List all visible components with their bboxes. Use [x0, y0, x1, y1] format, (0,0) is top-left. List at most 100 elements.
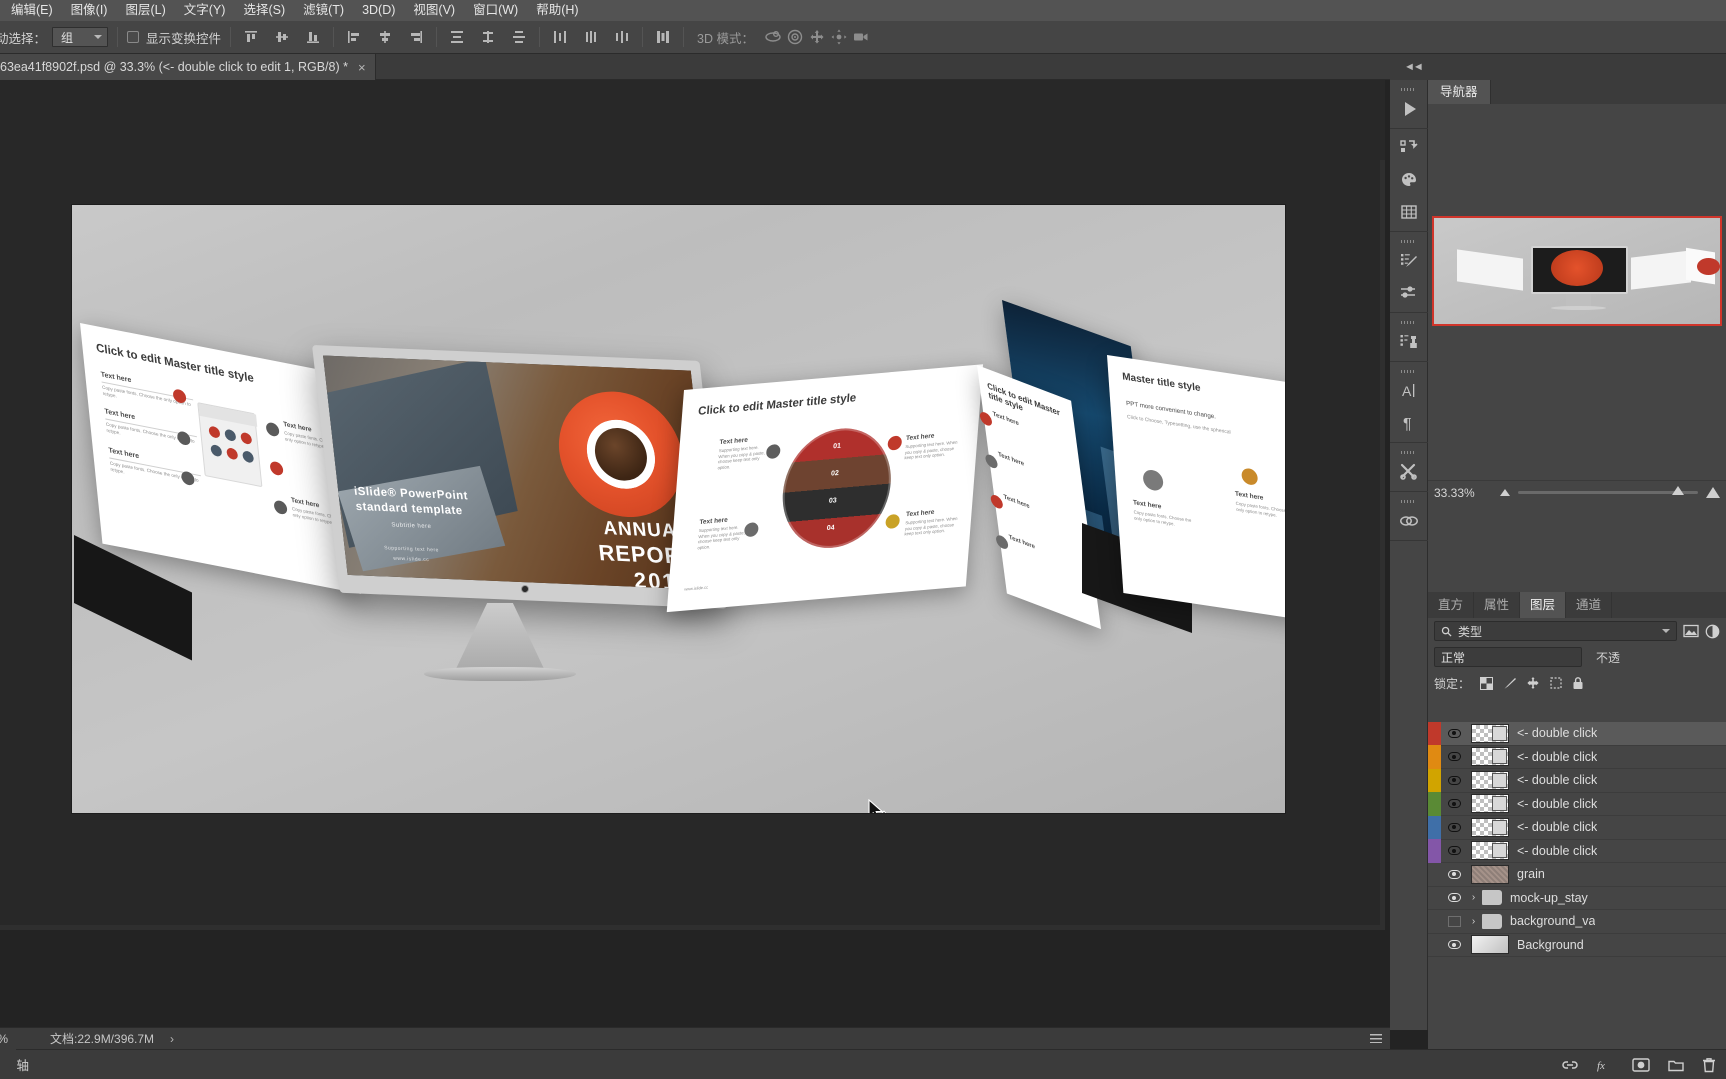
layer-name[interactable]: background_va — [1510, 914, 1595, 928]
show-transform-checkbox[interactable] — [127, 31, 140, 43]
tab-navigator[interactable]: 导航器 — [1428, 80, 1491, 104]
chevron-right-icon[interactable]: › — [1467, 916, 1480, 927]
table-row[interactable]: <- double click — [1428, 768, 1726, 793]
mask-icon[interactable] — [1632, 1057, 1650, 1072]
navigator-thumbnail[interactable] — [1432, 216, 1722, 326]
navigator-zoom-value[interactable]: 33.33% — [1434, 486, 1492, 500]
canvas-vertical-scrollbar[interactable] — [1380, 160, 1385, 930]
layer-visibility-toggle[interactable] — [1441, 792, 1467, 816]
layer-thumbnail[interactable] — [1471, 770, 1509, 790]
menu-layer[interactable]: 图层(L) — [116, 0, 174, 21]
layer-color-label[interactable] — [1428, 933, 1441, 957]
table-row[interactable]: › mock-up_stay — [1428, 886, 1726, 910]
new-group-icon[interactable] — [1668, 1058, 1684, 1072]
layer-color-label[interactable] — [1428, 839, 1441, 863]
character-icon[interactable]: A — [1395, 377, 1423, 405]
layer-thumbnail[interactable] — [1471, 935, 1509, 955]
lock-position-icon[interactable] — [1526, 676, 1540, 690]
distribute-left-edges-icon[interactable] — [549, 26, 571, 48]
table-row[interactable]: <- double click — [1428, 745, 1726, 769]
layer-visibility-toggle[interactable] — [1441, 769, 1467, 793]
table-row[interactable]: › background_va — [1428, 910, 1726, 934]
menu-select[interactable]: 选择(S) — [234, 0, 294, 21]
document-tab[interactable]: 63ea41f8902f.psd @ 33.3% (<- double clic… — [0, 54, 376, 80]
layer-visibility-toggle[interactable] — [1441, 745, 1467, 769]
layer-name[interactable]: <- double click — [1517, 797, 1597, 811]
layer-thumbnail[interactable] — [1471, 747, 1509, 767]
filter-adjustment-icon[interactable] — [1705, 624, 1720, 639]
tool-presets-icon[interactable] — [1395, 279, 1423, 307]
distribute-horizontal-centers-icon[interactable] — [580, 26, 602, 48]
layer-visibility-toggle[interactable] — [1441, 816, 1467, 840]
align-vertical-centers-icon[interactable] — [271, 26, 293, 48]
drag-grip[interactable] — [1401, 370, 1416, 373]
menu-filter[interactable]: 滤镜(T) — [294, 0, 353, 21]
styles-link-icon[interactable] — [1395, 507, 1423, 535]
table-row[interactable]: <- double click — [1428, 792, 1726, 816]
zoom-slider-knob[interactable] — [1672, 486, 1684, 495]
lock-transparent-pixels-icon[interactable] — [1480, 676, 1494, 690]
align-bottom-edges-icon[interactable] — [302, 26, 324, 48]
layer-color-label[interactable] — [1428, 910, 1441, 934]
paragraph-icon[interactable]: ¶ — [1395, 409, 1423, 437]
collapse-panels-icon[interactable]: ◄◄ — [1404, 61, 1424, 73]
layer-visibility-toggle[interactable] — [1441, 839, 1467, 863]
layer-color-label[interactable] — [1428, 863, 1441, 887]
layer-thumbnail[interactable] — [1471, 723, 1509, 743]
drag-grip[interactable] — [1401, 451, 1416, 454]
slide-right[interactable]: Master title style PPT more convenient t… — [1107, 355, 1285, 622]
menu-help[interactable]: 帮助(H) — [527, 0, 587, 21]
pan-3d-icon[interactable] — [806, 26, 828, 48]
auto-select-dropdown[interactable]: 组 — [52, 27, 109, 47]
lock-all-icon[interactable] — [1572, 676, 1584, 690]
layer-color-label[interactable] — [1428, 745, 1441, 769]
layer-filter-dropdown[interactable]: 类型 — [1434, 621, 1677, 641]
align-right-edges-icon[interactable] — [405, 26, 427, 48]
layer-name[interactable]: mock-up_stay — [1510, 891, 1588, 905]
tab-channels[interactable]: 通道 — [1566, 592, 1613, 618]
status-menu-icon[interactable] — [1370, 1034, 1382, 1043]
table-row[interactable]: Background — [1428, 933, 1726, 957]
align-left-edges-icon[interactable] — [343, 26, 365, 48]
layer-visibility-toggle[interactable] — [1441, 863, 1467, 887]
properties-grid-icon[interactable] — [1395, 198, 1423, 226]
drag-grip[interactable] — [1401, 88, 1416, 91]
layer-visibility-toggle[interactable] — [1441, 910, 1467, 934]
menu-window[interactable]: 窗口(W) — [464, 0, 527, 21]
table-row[interactable]: <- double click — [1428, 815, 1726, 840]
filter-image-icon[interactable] — [1683, 624, 1699, 638]
drag-grip[interactable] — [1401, 321, 1416, 324]
menu-edit[interactable]: 编辑(E) — [2, 0, 62, 21]
layer-name[interactable]: Background — [1517, 938, 1584, 952]
layer-color-label[interactable] — [1428, 768, 1441, 792]
layer-color-label[interactable] — [1428, 792, 1441, 816]
status-doc-info[interactable]: 文档:22.9M/396.7M — [50, 1030, 154, 1047]
link-layers-icon[interactable] — [1562, 1057, 1578, 1073]
canvas-area[interactable]: Click to edit Master title style Text he… — [0, 80, 1385, 930]
layer-color-label[interactable] — [1428, 721, 1441, 745]
slide-donut[interactable]: Click to edit Master title style 01 02 0… — [666, 364, 984, 613]
expand-panels-icon[interactable] — [1395, 95, 1423, 123]
fx-icon[interactable]: fx — [1596, 1057, 1614, 1073]
layer-visibility-toggle[interactable] — [1441, 886, 1467, 910]
layer-visibility-toggle[interactable] — [1441, 722, 1467, 746]
table-row[interactable]: grain — [1428, 863, 1726, 887]
layer-thumbnail[interactable] — [1471, 864, 1509, 884]
align-distribute-options-icon[interactable] — [652, 26, 674, 48]
layer-thumbnail[interactable] — [1471, 841, 1509, 861]
blend-mode-dropdown[interactable]: 正常 — [1434, 647, 1582, 667]
status-expand-icon[interactable]: › — [170, 1032, 174, 1046]
artboard[interactable]: Click to edit Master title style Text he… — [72, 205, 1285, 813]
clone-source-icon[interactable] — [1395, 328, 1423, 356]
delete-layer-icon[interactable] — [1702, 1057, 1716, 1073]
swatches-icon[interactable] — [1395, 166, 1423, 194]
slide-3d-icon[interactable] — [828, 26, 850, 48]
tab-histogram[interactable]: 直方 — [1428, 592, 1475, 618]
status-zoom-level[interactable]: 33% — [0, 1032, 36, 1046]
camera-3d-icon[interactable] — [850, 26, 872, 48]
distribute-vertical-centers-icon[interactable] — [477, 26, 499, 48]
menu-view[interactable]: 视图(V) — [404, 0, 464, 21]
distribute-bottom-edges-icon[interactable] — [508, 26, 530, 48]
distribute-top-edges-icon[interactable] — [446, 26, 468, 48]
layer-thumbnail[interactable] — [1471, 794, 1509, 814]
